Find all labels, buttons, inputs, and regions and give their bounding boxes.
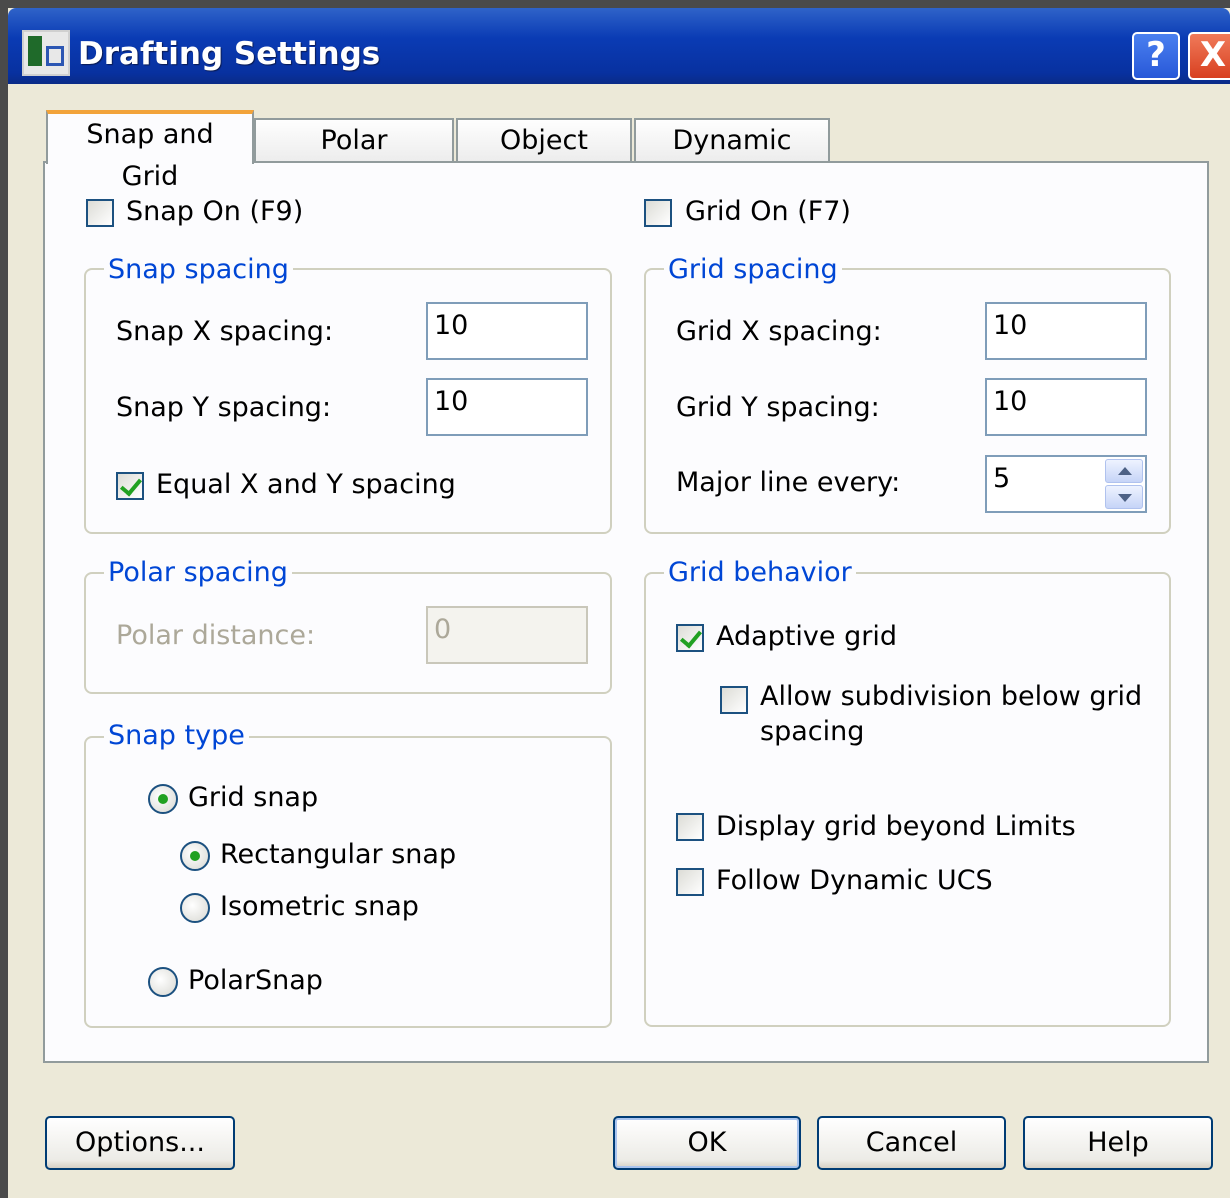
help-title-button[interactable]: ? [1132,32,1180,80]
snap-spacing-title: Snap spacing [104,254,293,285]
snap-y-input[interactable]: 10 [426,378,588,436]
snap-type-title: Snap type [104,720,249,751]
snap-on-label: Snap On (F9) [126,196,304,227]
cancel-button[interactable]: Cancel [817,1116,1006,1170]
follow-dynamic-ucs-label: Follow Dynamic UCS [716,865,993,896]
grid-x-label: Grid X spacing: [676,316,882,347]
snap-on-checkbox[interactable] [86,199,114,227]
grid-y-label: Grid Y spacing: [676,392,880,423]
ok-button[interactable]: OK [613,1116,801,1170]
drafting-settings-icon [22,30,70,76]
tab-snap-and-grid[interactable]: Snap and Grid [46,110,254,192]
follow-dynamic-ucs-checkbox[interactable] [676,868,704,896]
polar-spacing-title: Polar spacing [104,557,292,588]
spin-up-icon[interactable] [1105,459,1143,483]
window-title: Drafting Settings [78,36,381,72]
allow-subdivision-label-line1: Allow subdivision below grid [760,681,1143,712]
major-line-spinner[interactable] [1105,459,1143,509]
grid-snap-label: Grid snap [188,782,319,813]
tab-object-snap[interactable]: Object Snap [456,118,632,198]
polar-distance-input[interactable]: 0 [426,606,588,664]
adaptive-grid-label: Adaptive grid [716,621,897,652]
major-line-label: Major line every: [676,467,901,498]
grid-snap-radio[interactable] [148,784,178,814]
equal-spacing-label: Equal X and Y spacing [156,469,456,500]
grid-y-input[interactable]: 10 [985,378,1147,436]
isometric-snap-radio[interactable] [180,893,210,923]
grid-on-checkbox[interactable] [644,199,672,227]
grid-spacing-title: Grid spacing [664,254,842,285]
help-button[interactable]: Help [1023,1116,1213,1170]
options-button[interactable]: Options... [45,1116,235,1170]
grid-x-input[interactable]: 10 [985,302,1147,360]
rectangular-snap-label: Rectangular snap [220,839,457,870]
rectangular-snap-radio[interactable] [180,841,210,871]
polarsnap-radio[interactable] [148,967,178,997]
spin-down-icon[interactable] [1105,485,1143,509]
polar-distance-label: Polar distance: [116,620,316,651]
isometric-snap-label: Isometric snap [220,891,419,922]
close-button[interactable]: X [1188,32,1230,80]
snap-y-label: Snap Y spacing: [116,392,332,423]
tab-polar-tracking[interactable]: Polar Tracking [254,118,454,198]
major-line-spinbox[interactable]: 5 [985,455,1147,513]
grid-behavior-title: Grid behavior [664,557,856,588]
grid-on-label: Grid On (F7) [685,196,851,227]
allow-subdivision-checkbox[interactable] [720,686,748,714]
display-beyond-limits-checkbox[interactable] [676,813,704,841]
display-beyond-limits-label: Display grid beyond Limits [716,811,1076,842]
snap-x-label: Snap X spacing: [116,316,334,347]
title-bar[interactable]: Drafting Settings ? X [8,8,1230,84]
tab-dynamic-input[interactable]: Dynamic Input [634,118,830,198]
polarsnap-label: PolarSnap [188,965,323,996]
allow-subdivision-label-line2: spacing [760,716,865,747]
adaptive-grid-checkbox[interactable] [676,624,704,652]
snap-x-input[interactable]: 10 [426,302,588,360]
equal-spacing-checkbox[interactable] [116,472,144,500]
major-line-value: 5 [993,463,1011,494]
